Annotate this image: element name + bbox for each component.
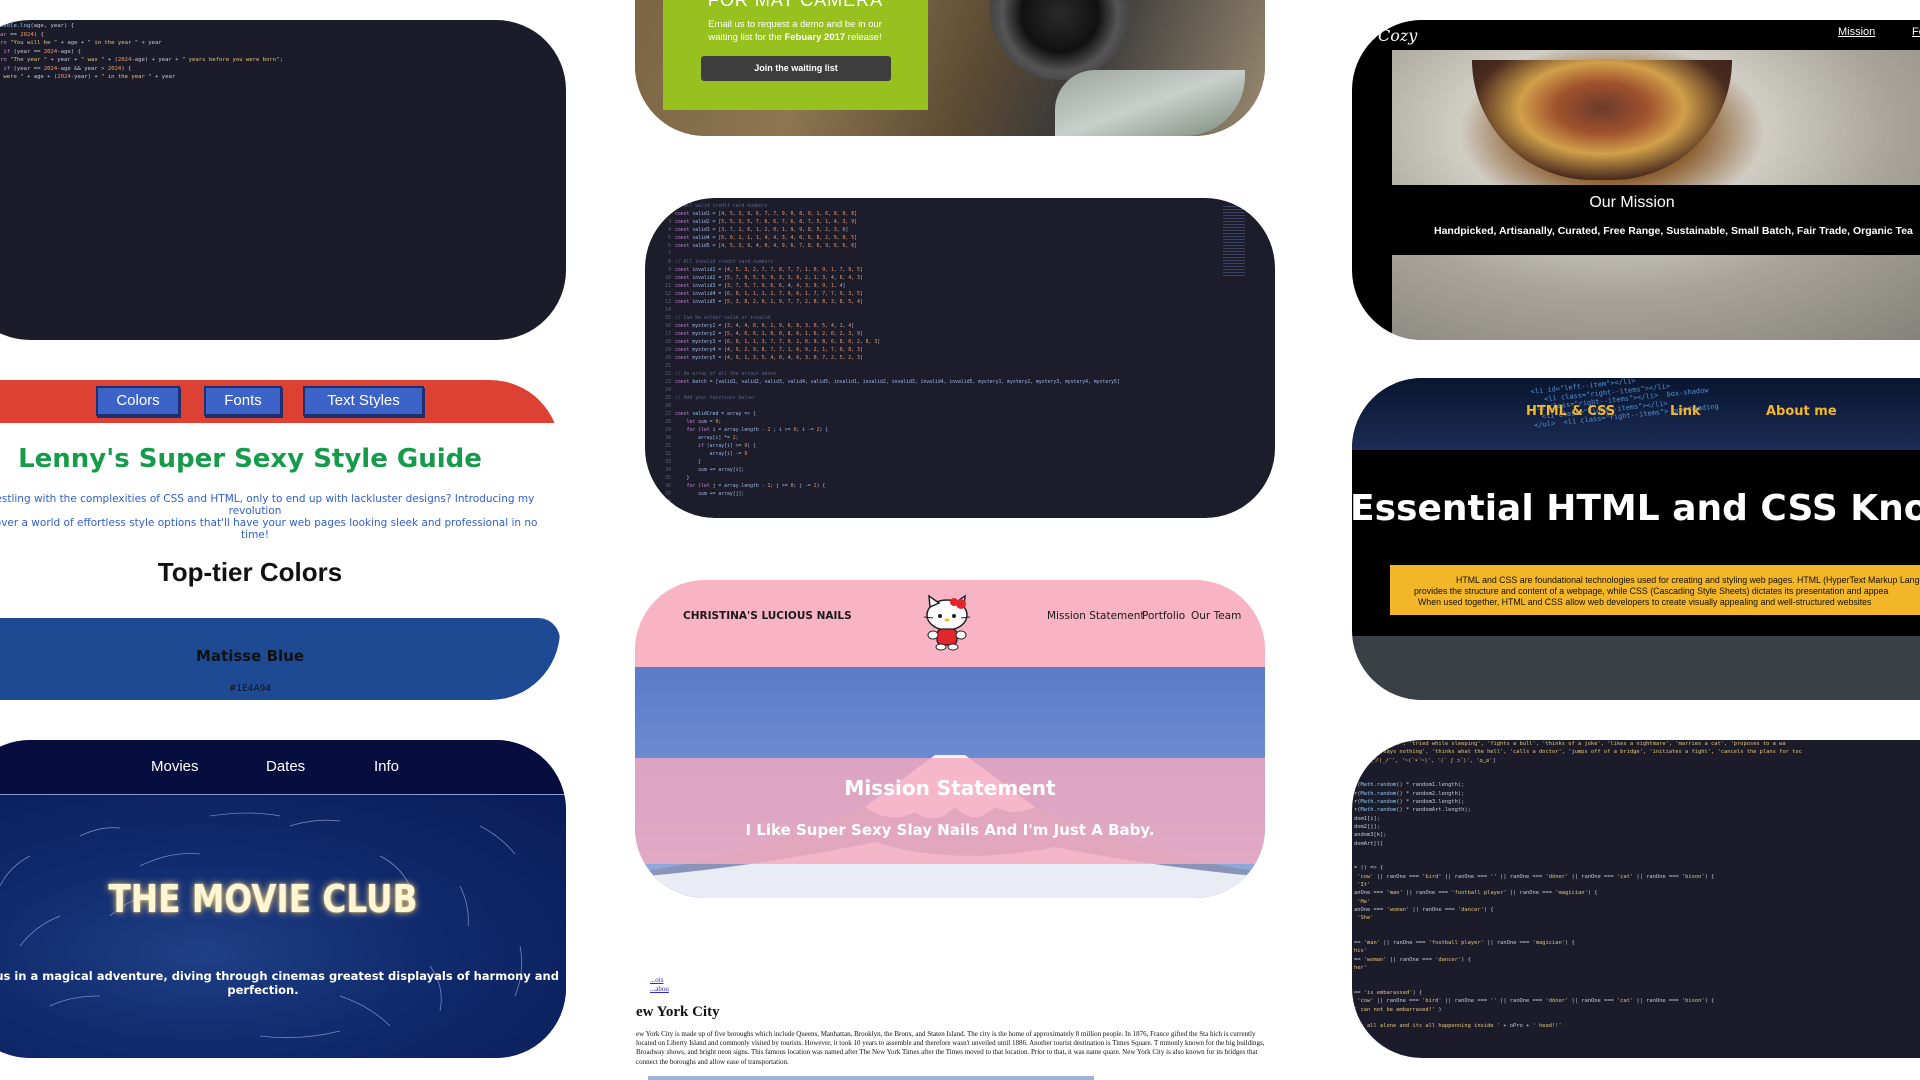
nyc-paragraph: ew York City is made up of five boroughs…: [636, 1030, 1265, 1066]
intro-line-1: f wrestling with the complexities of CSS…: [0, 493, 535, 517]
nyc-links: ...ois ...abou: [650, 976, 669, 994]
info-line-3: When used together, HTML and CSS allow w…: [1418, 597, 1872, 607]
hello-kitty-logo-icon: [923, 594, 971, 651]
nav-about-me[interactable]: About me: [1766, 404, 1837, 419]
camera-card[interactable]: FOR MAT CAMERA Email us to request a dem…: [635, 0, 1265, 136]
star-trail-background: [0, 796, 566, 1058]
code-snippet: 'eats a donut', 'tried while sleeping', …: [1354, 741, 1802, 1030]
colors-nav-button[interactable]: Colors: [96, 386, 180, 416]
code-screenshot-card-random[interactable]: 'eats a donut', 'tried while sleeping', …: [1352, 740, 1920, 1058]
movie-club-tagline: Join us in a magical adventure, diving t…: [0, 969, 559, 997]
camera-release-date: Febuary 2017: [784, 32, 846, 43]
join-waiting-list-button[interactable]: Join the waiting list: [701, 56, 891, 81]
nav-html-css[interactable]: HTML & CSS: [1526, 404, 1615, 419]
nails-hero-subtitle: I Like Super Sexy Slay Nails And I'm Jus…: [745, 821, 1155, 839]
code-editor-content: // All valid credit card numbers const v…: [675, 204, 1120, 497]
star-trails-icon: [0, 812, 523, 1039]
nails-hero-title: Mission Statement: [844, 776, 1056, 800]
nav-dates[interactable]: Dates: [266, 758, 305, 775]
nav-our-team[interactable]: Our Team: [1191, 610, 1241, 622]
nails-card[interactable]: CHRISTINA'S LUCIOUS NAILS Mission Statem…: [635, 580, 1265, 898]
cozy-tea-card[interactable]: Cozy Mission Featu Our Mission Handpicke…: [1352, 20, 1920, 340]
essential-html-card[interactable]: <li id="left--item"></li> <li class="rig…: [1352, 378, 1920, 700]
line-numbers: 1 2 3 4 5 6 7 8 9 10 11 12 13 14 15 16 1…: [665, 204, 671, 518]
code-snippet: nsole.log(age, year) { ar == 2024) { rn …: [0, 23, 283, 80]
nyc-card[interactable]: ...ois ...abou ew York City ew York City…: [636, 960, 1266, 1080]
cozy-mission-subtitle: Handpicked, Artisanally, Curated, Free R…: [1434, 225, 1913, 237]
essential-headline: Essential HTML and CSS Knowle: [1352, 488, 1920, 529]
style-guide-title: Lenny's Super Sexy Style Guide: [18, 444, 482, 474]
code-screenshot-card-age[interactable]: nsole.log(age, year) { ar == 2024) { rn …: [0, 20, 566, 340]
page-footer: [1352, 636, 1920, 700]
camera-text-line-2: waiting list for the Febuary 2017 releas…: [675, 31, 915, 44]
style-guide-card[interactable]: Colors Fonts Text Styles Lenny's Super S…: [0, 380, 560, 700]
colors-section-title: Top-tier Colors: [157, 557, 343, 587]
info-line-2: provides the structure and content of a …: [1414, 586, 1889, 596]
style-guide-intro: f wrestling with the complexities of CSS…: [0, 493, 550, 541]
editor-minimap[interactable]: [1223, 206, 1245, 276]
camera-text-suffix: release!: [845, 32, 882, 43]
nyc-heading: ew York City: [636, 1004, 720, 1020]
swatch-name: Matisse Blue: [195, 647, 305, 665]
camera-text-prefix: waiting list for the: [708, 32, 785, 43]
green-panel: [663, 0, 928, 110]
code-editor-card[interactable]: 1 2 3 4 5 6 7 8 9 10 11 12 13 14 15 16 1…: [645, 198, 1275, 518]
mission-band: [635, 758, 1265, 864]
nav-featured[interactable]: Featu: [1912, 26, 1920, 38]
camera-title: FOR MAT CAMERA: [707, 0, 884, 10]
swatch-hex: #1E4A94: [228, 684, 272, 694]
movie-club-title: THE MOVIE CLUB: [108, 877, 418, 921]
camera-text-line-1: Email us to request a demo and be in our: [708, 19, 882, 30]
nyc-image-strip: [648, 1076, 1094, 1080]
camera-text: Email us to request a demo and be in our…: [675, 18, 915, 44]
cozy-logo[interactable]: Cozy: [1378, 26, 1417, 45]
info-line-1: HTML and CSS are foundational technologi…: [1456, 575, 1920, 585]
text-styles-nav-button[interactable]: Text Styles: [303, 386, 424, 416]
info-box-text: HTML and CSS are foundational technologi…: [1400, 575, 1920, 608]
nav-movies[interactable]: Movies: [151, 758, 199, 775]
nav-portfolio[interactable]: Portfolio: [1142, 610, 1185, 622]
fonts-nav-button[interactable]: Fonts: [204, 386, 282, 416]
intro-line-2: Discover a world of effortless style opt…: [0, 517, 538, 541]
nav-link[interactable]: Link: [1670, 404, 1701, 419]
nav-mission-statement[interactable]: Mission Statement: [1047, 610, 1145, 622]
nyc-link-1[interactable]: ...ois: [650, 976, 669, 985]
nav-mission[interactable]: Mission: [1838, 26, 1875, 38]
plant-leaf-icon: [1055, 70, 1245, 136]
nyc-link-2[interactable]: ...abou: [650, 985, 669, 994]
cozy-nav: [1352, 20, 1920, 50]
nav-info[interactable]: Info: [374, 758, 399, 775]
cozy-mission-title: Our Mission: [1589, 194, 1675, 211]
movie-club-card[interactable]: Movies Dates Info THE MOVIE CLUB Join us…: [0, 740, 566, 1058]
nails-brand[interactable]: CHRISTINA'S LUCIOUS NAILS: [683, 610, 852, 622]
